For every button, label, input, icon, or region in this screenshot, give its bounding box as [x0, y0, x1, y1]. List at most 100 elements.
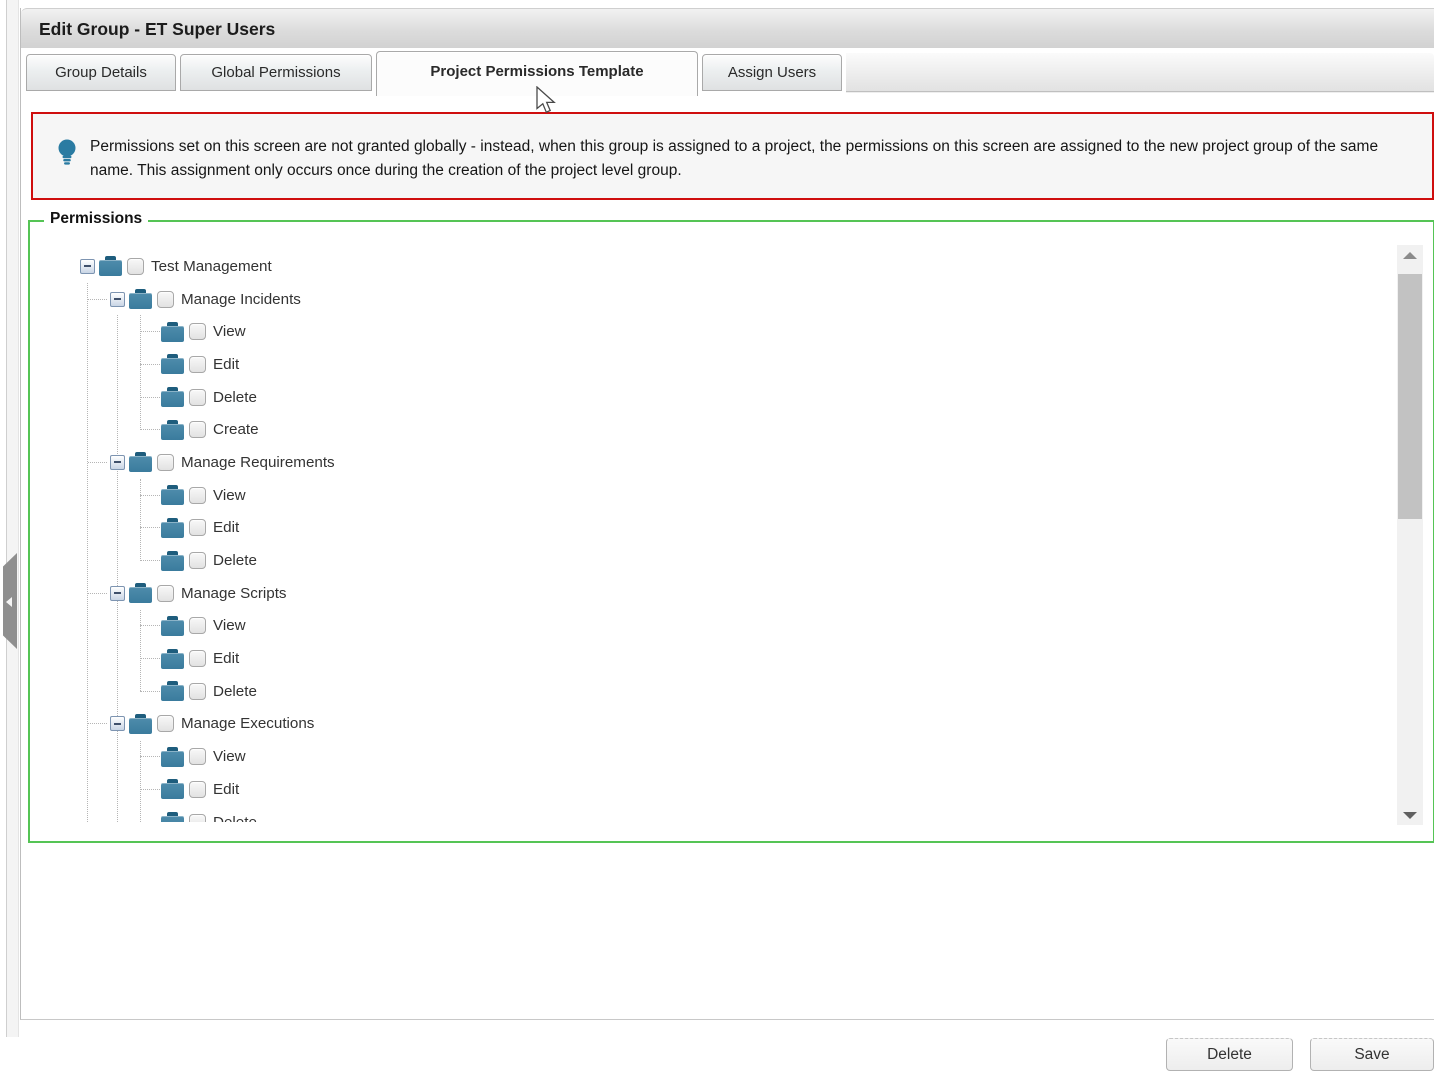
tree-label[interactable]: View — [213, 748, 246, 765]
folder-icon — [129, 714, 153, 734]
tree-row-edit: Edit — [30, 773, 1394, 806]
tree-label[interactable]: Edit — [213, 356, 239, 373]
folder-icon — [161, 322, 185, 342]
folder-icon — [161, 779, 185, 799]
tree-connector — [88, 462, 107, 463]
tree-label[interactable]: View — [213, 617, 246, 634]
window-title: Edit Group - ET Super Users — [21, 8, 1434, 48]
folder-icon — [161, 387, 185, 407]
tab-project-permissions-template[interactable]: Project Permissions Template — [376, 51, 698, 96]
tree-label[interactable]: Delete — [213, 814, 257, 822]
tree-label[interactable]: Edit — [213, 519, 239, 536]
tree-label[interactable]: View — [213, 487, 246, 504]
tree-row-manage-requirements: Manage Requirements — [30, 446, 1394, 479]
tree-connector — [140, 789, 160, 790]
folder-icon — [161, 420, 185, 440]
tree-connector — [140, 560, 160, 561]
footer-bar: Delete Save — [0, 1037, 1434, 1081]
tree-row-manage-incidents: Manage Incidents — [30, 283, 1394, 316]
tree-row-delete: Delete — [30, 675, 1394, 708]
tree-label[interactable]: Create — [213, 421, 259, 438]
tree-row-test-management: Test Management — [30, 250, 1394, 283]
tree-connector — [140, 397, 160, 398]
collapse-toggle-icon[interactable] — [110, 455, 125, 470]
checkbox-edit[interactable] — [189, 519, 206, 536]
tree-row-view: View — [30, 740, 1394, 773]
collapsed-side-panel — [0, 0, 20, 1081]
tab-global-permissions[interactable]: Global Permissions — [180, 54, 372, 91]
tree-connector — [140, 658, 160, 659]
tree-row-view: View — [30, 610, 1394, 643]
scrollbar-up-icon[interactable] — [1397, 245, 1423, 265]
tree-row-delete: Delete — [30, 381, 1394, 414]
tree-row-edit: Edit — [30, 512, 1394, 545]
collapse-toggle-icon[interactable] — [110, 586, 125, 601]
tree-label[interactable]: Delete — [213, 683, 257, 700]
tree-row-delete: Delete — [30, 544, 1394, 577]
scrollbar-down-icon[interactable] — [1397, 805, 1423, 825]
tree-row-delete: Delete — [30, 806, 1394, 822]
checkbox-view[interactable] — [189, 617, 206, 634]
checkbox-view[interactable] — [189, 748, 206, 765]
folder-icon — [161, 812, 185, 822]
collapse-toggle-icon[interactable] — [110, 716, 125, 731]
tree-connector — [88, 299, 107, 300]
tree-row-view: View — [30, 479, 1394, 512]
folder-icon — [161, 518, 185, 538]
edit-group-window: Edit Group - ET Super Users Group Detail… — [20, 8, 1434, 1020]
tree-label[interactable]: Edit — [213, 650, 239, 667]
checkbox-manage-requirements[interactable] — [157, 454, 174, 471]
tree-label[interactable]: Manage Executions — [181, 715, 314, 732]
checkbox-manage-scripts[interactable] — [157, 585, 174, 602]
checkbox-test-management[interactable] — [127, 258, 144, 275]
tree-label[interactable]: Edit — [213, 781, 239, 798]
tree-label[interactable]: Manage Requirements — [181, 454, 335, 471]
checkbox-edit[interactable] — [189, 650, 206, 667]
checkbox-create[interactable] — [189, 421, 206, 438]
tree-label[interactable]: Manage Incidents — [181, 291, 301, 308]
checkbox-view[interactable] — [189, 487, 206, 504]
checkbox-delete[interactable] — [189, 683, 206, 700]
tab-bar: Group DetailsGlobal PermissionsProject P… — [21, 51, 1434, 103]
save-button[interactable]: Save — [1310, 1038, 1434, 1071]
folder-icon — [99, 256, 123, 276]
permissions-fieldset: Permissions Test ManagementManage Incide… — [28, 220, 1434, 843]
checkbox-edit[interactable] — [189, 356, 206, 373]
side-panel-rail — [6, 0, 19, 1070]
checkbox-delete[interactable] — [189, 814, 206, 822]
folder-icon — [129, 452, 153, 472]
checkbox-delete[interactable] — [189, 389, 206, 406]
tree-label[interactable]: Delete — [213, 389, 257, 406]
tree-label[interactable]: View — [213, 323, 246, 340]
folder-icon — [161, 485, 185, 505]
tab-assign-users[interactable]: Assign Users — [702, 54, 842, 91]
info-banner-text: Permissions set on this screen are not g… — [90, 135, 1406, 182]
tree-label[interactable]: Delete — [213, 552, 257, 569]
scrollbar-thumb[interactable] — [1398, 274, 1422, 519]
checkbox-manage-executions[interactable] — [157, 715, 174, 732]
panel-collapse-handle[interactable] — [3, 553, 17, 649]
checkbox-edit[interactable] — [189, 781, 206, 798]
tree-connector — [140, 527, 160, 528]
checkbox-manage-incidents[interactable] — [157, 291, 174, 308]
tree-row-manage-scripts: Manage Scripts — [30, 577, 1394, 610]
tree-connector — [140, 756, 160, 757]
tree-connector — [140, 364, 160, 365]
tree-connector — [88, 723, 107, 724]
tree-row-manage-executions: Manage Executions — [30, 708, 1394, 741]
tree-scrollbar[interactable] — [1397, 245, 1423, 825]
folder-icon — [161, 681, 185, 701]
collapse-toggle-icon[interactable] — [80, 259, 95, 274]
permissions-tree: Test Management Manage Incidents View Edit D… — [30, 240, 1394, 822]
delete-button[interactable]: Delete — [1166, 1038, 1293, 1071]
folder-icon — [161, 354, 185, 374]
collapse-toggle-icon[interactable] — [110, 292, 125, 307]
tab-group-details[interactable]: Group Details — [26, 54, 176, 91]
checkbox-delete[interactable] — [189, 552, 206, 569]
tree-connector — [140, 495, 160, 496]
tree-label[interactable]: Manage Scripts — [181, 585, 287, 602]
folder-icon — [129, 289, 153, 309]
tree-label[interactable]: Test Management — [151, 258, 272, 275]
tree-row-view: View — [30, 315, 1394, 348]
checkbox-view[interactable] — [189, 323, 206, 340]
